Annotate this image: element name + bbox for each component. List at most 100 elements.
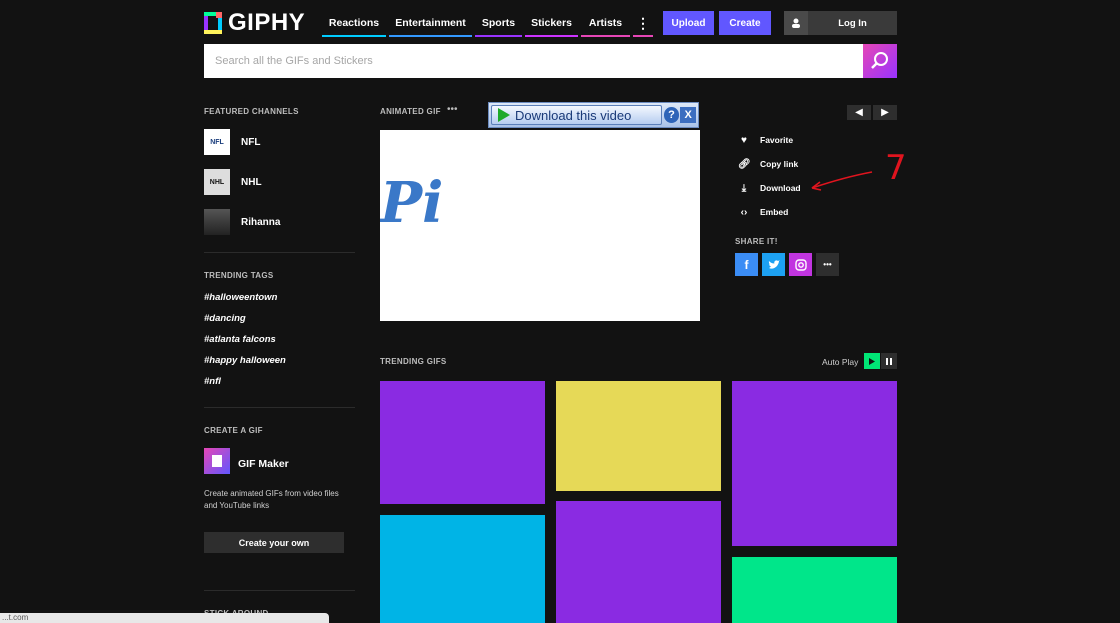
create-your-own-button[interactable]: Create your own [204, 532, 344, 553]
nav-underline [322, 35, 386, 37]
trending-gifs-title: TRENDING GIFS [380, 357, 447, 366]
link-icon: 🔗︎ [738, 158, 751, 170]
heart-icon: ♥ [741, 134, 747, 146]
tag-happy-halloween[interactable]: #happy halloween [204, 355, 286, 366]
channel-nhl[interactable]: NHL NHL [204, 169, 262, 195]
embed-action[interactable]: ‹› Embed [738, 205, 789, 219]
animated-gif-title: ANIMATED GIF [380, 107, 441, 116]
giphy-logo[interactable]: GIPHY [204, 9, 306, 36]
search-button[interactable] [863, 44, 897, 78]
autoplay-off-button[interactable] [881, 353, 897, 369]
login-button[interactable]: Log In [784, 11, 897, 35]
facebook-share-button[interactable]: f [735, 253, 758, 276]
play-icon [498, 108, 510, 122]
nav-label: Sports [481, 17, 516, 29]
chevron-right-icon: ▶ [881, 107, 889, 118]
pause-icon [886, 357, 892, 365]
search-icon [871, 52, 888, 69]
download-video-label: Download this video [515, 107, 632, 123]
annotation-number: 7 [885, 148, 907, 188]
gif-maker-link[interactable]: GIF Maker [238, 458, 289, 470]
next-button[interactable]: ▶ [873, 105, 897, 120]
previous-button[interactable]: ◀ [847, 105, 871, 120]
action-label: Copy link [760, 159, 799, 169]
logo-text: GIPHY [228, 9, 306, 36]
nhl-logo-icon: NHL [204, 169, 230, 195]
twitter-share-button[interactable] [762, 253, 785, 276]
more-share-button[interactable]: ••• [816, 253, 839, 276]
nav-label: Reactions [328, 17, 380, 29]
favorite-action[interactable]: ♥ Favorite [738, 133, 793, 147]
trending-gif-tile[interactable] [732, 381, 897, 546]
divider [204, 252, 355, 253]
giphy-logo-icon [204, 12, 222, 34]
instagram-icon [794, 258, 807, 271]
action-label: Favorite [760, 135, 794, 145]
share-title: SHARE IT! [735, 237, 778, 246]
channel-label: Rihanna [241, 216, 281, 228]
nav-sports[interactable]: Sports [475, 12, 522, 37]
tag-halloweentown[interactable]: #halloweentown [204, 292, 277, 303]
code-icon: ‹› [740, 206, 748, 218]
vertical-ellipsis-icon[interactable]: ⋮ [633, 12, 653, 37]
trending-gif-tile[interactable] [556, 381, 721, 491]
more-icon: ••• [823, 260, 832, 269]
action-label: Download [760, 183, 801, 193]
trending-tags-title: TRENDING TAGS [204, 271, 274, 280]
more-options-icon[interactable]: ••• [447, 104, 458, 115]
download-action[interactable]: ⤓ Download [738, 181, 801, 195]
instagram-share-button[interactable] [789, 253, 812, 276]
trending-gif-tile[interactable] [732, 557, 897, 623]
search-input[interactable] [204, 44, 863, 78]
divider [204, 407, 355, 408]
channel-nfl[interactable]: NFL NFL [204, 129, 260, 155]
play-icon [869, 357, 875, 365]
create-gif-title: CREATE A GIF [204, 426, 263, 435]
close-icon[interactable]: X [680, 107, 697, 123]
channel-label: NHL [241, 176, 262, 188]
gif-content-text: Pi [380, 170, 444, 236]
channel-rihanna[interactable]: Rihanna [204, 209, 280, 235]
download-video-button[interactable]: Download this video [491, 105, 662, 125]
nav-reactions[interactable]: Reactions [322, 12, 386, 37]
upload-button[interactable]: Upload [663, 11, 714, 35]
create-button[interactable]: Create [719, 11, 771, 35]
tag-nfl[interactable]: #nfl [204, 376, 221, 387]
action-label: Embed [760, 207, 789, 217]
nav-underline [581, 35, 630, 37]
channel-label: NFL [241, 136, 261, 148]
nav-label: Stickers [531, 17, 572, 29]
browser-status-bar: ...t.com [0, 613, 329, 623]
nav-underline [389, 35, 472, 37]
download-video-bar[interactable]: Download this video ? X [488, 102, 699, 128]
nfl-logo-icon: NFL [204, 129, 230, 155]
nav-stickers[interactable]: Stickers [525, 12, 578, 37]
trending-gif-tile[interactable] [380, 381, 545, 504]
tag-dancing[interactable]: #dancing [204, 313, 246, 324]
divider [204, 590, 355, 591]
nav-label: Entertainment [395, 17, 466, 29]
login-label: Log In [838, 17, 867, 29]
download-icon: ⤓ [741, 182, 747, 194]
copy-link-action[interactable]: 🔗︎ Copy link [738, 157, 798, 171]
help-icon[interactable]: ? [663, 107, 680, 123]
nav-label: Artists [588, 17, 623, 29]
twitter-icon [768, 259, 780, 269]
gif-maker-icon[interactable] [204, 448, 230, 474]
autoplay-label: Auto Play [822, 357, 859, 367]
nav-entertainment[interactable]: Entertainment [389, 12, 472, 37]
tag-atlanta-falcons[interactable]: #atlanta falcons [204, 334, 276, 345]
nav-underline [525, 35, 578, 37]
featured-channels-title: FEATURED CHANNELS [204, 107, 299, 116]
trending-gif-tile[interactable] [556, 501, 721, 623]
facebook-icon: f [744, 257, 749, 272]
autoplay-on-button[interactable] [864, 353, 880, 369]
gif-maker-description: Create animated GIFs from video files an… [204, 489, 339, 510]
gif-preview[interactable]: Pi [380, 130, 700, 321]
chevron-left-icon: ◀ [855, 107, 863, 118]
rihanna-avatar [204, 209, 230, 235]
nav-artists[interactable]: Artists [581, 12, 630, 37]
trending-gif-tile[interactable] [380, 515, 545, 623]
user-icon [784, 11, 808, 35]
nav-underline [475, 35, 522, 37]
